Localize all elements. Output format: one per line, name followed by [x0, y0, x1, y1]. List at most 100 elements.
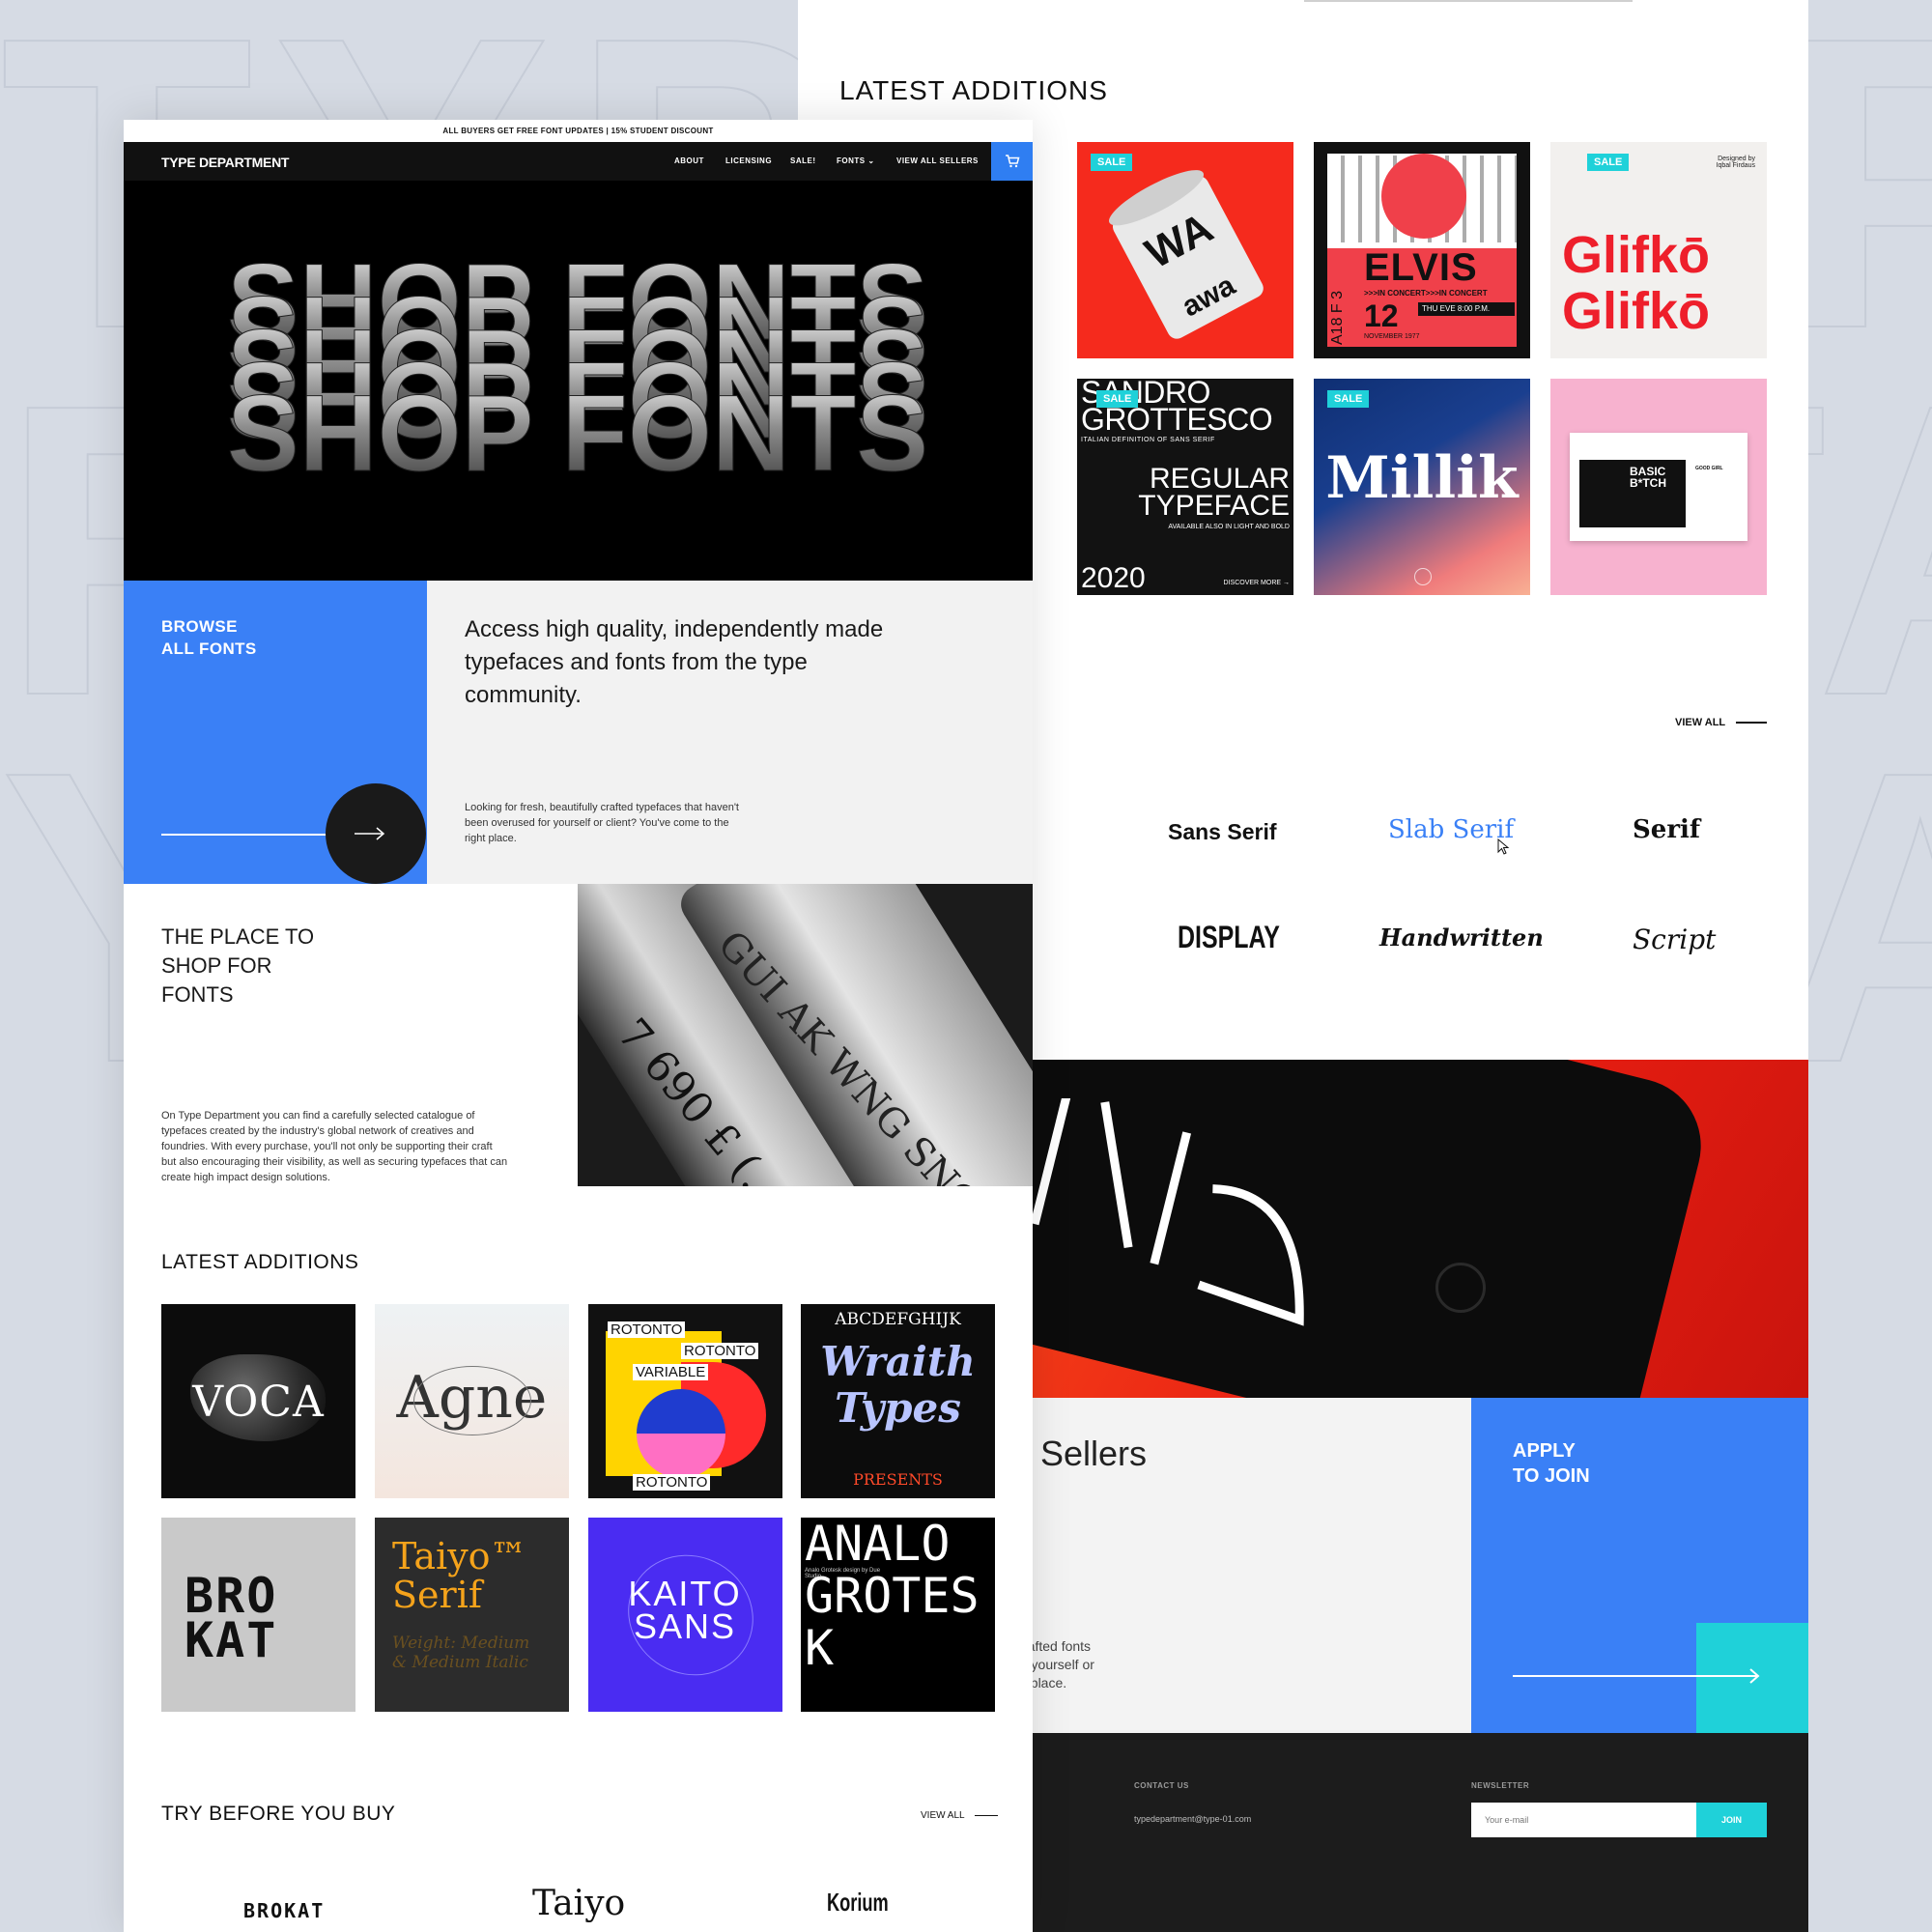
nav-view-all-sellers[interactable]: VIEW ALL SELLERS — [896, 156, 979, 165]
elvis-date: 12 — [1364, 298, 1399, 333]
try-sample-brokat[interactable]: BROKAT — [243, 1899, 325, 1922]
wraith-presents: PRESENTS — [853, 1470, 943, 1489]
place-title-line: THE PLACE TO — [161, 924, 315, 949]
place-title-line: SHOP FOR — [161, 953, 272, 978]
product-tile-taiyo[interactable]: Taiyo™ Serif Weight: Medium & Medium Ita… — [375, 1518, 569, 1712]
elvis-title: ELVIS — [1364, 246, 1478, 289]
main-navigation: TYPE DEPARTMENT ABOUT LICENSING SALE! FO… — [124, 142, 1033, 181]
nav-about[interactable]: ABOUT — [674, 156, 704, 165]
nav-fonts[interactable]: FONTS ⌄ — [837, 156, 875, 165]
latest-additions-title: LATEST ADDITIONS — [839, 75, 1108, 105]
product-tile-analo[interactable]: ANALO GROTESK Analo Grotesk design by Du… — [801, 1518, 995, 1712]
contact-email[interactable]: typedepartment@type-01.com — [1134, 1814, 1251, 1824]
browse-arrow-button[interactable] — [326, 783, 426, 884]
front-page-panel: ALL BUYERS GET FREE FONT UPDATES | 15% S… — [124, 120, 1033, 1932]
sandro-year: 2020 — [1081, 562, 1146, 594]
elvis-side: A18 F 3 — [1329, 290, 1346, 345]
view-all-label: VIEW ALL — [1675, 717, 1725, 728]
screenshot-card: BASIC B*TCH GOOD GIRL — [1570, 433, 1747, 541]
join-button[interactable]: JOIN — [1696, 1803, 1767, 1837]
category-display[interactable]: DISPLAY — [1178, 920, 1280, 955]
agne-ellipse — [413, 1366, 531, 1435]
site-logo[interactable]: TYPE DEPARTMENT — [161, 155, 289, 170]
intro-section: Access high quality, independently made … — [427, 581, 1033, 884]
place-to-shop-section: THE PLACE TO SHOP FOR FONTS On Type Depa… — [124, 884, 578, 1186]
product-tile-millik[interactable]: SALE Millik — [1314, 379, 1530, 595]
latest-additions-title: LATEST ADDITIONS — [161, 1251, 359, 1273]
sellers-title-fragment: Sellers — [1040, 1434, 1148, 1473]
cart-icon — [1005, 155, 1019, 168]
browse-all-fonts-card[interactable]: BROWSE ALL FONTS — [124, 581, 427, 884]
try-sample-taiyo[interactable]: Taiyo — [532, 1884, 625, 1923]
arrow-right-icon — [355, 827, 385, 840]
sale-badge: SALE — [1091, 154, 1133, 171]
apply-line: TO JOIN — [1513, 1465, 1590, 1487]
browse-line: BROWSE — [161, 617, 238, 636]
sandro-big: REGULAR TYPEFACE — [1138, 463, 1290, 522]
elvis-month: NOVEMBER 1977 — [1364, 333, 1420, 340]
elvis-info: THU EVE 8:00 P.M. — [1418, 302, 1515, 316]
taiyo-weight: Weight: Medium & Medium Italic — [392, 1634, 530, 1672]
product-tile-elvis[interactable]: ELVIS >>>IN CONCERT>>>IN CONCERT 12 NOVE… — [1314, 142, 1530, 358]
view-all-line — [975, 1814, 998, 1817]
newsletter-label: NEWSLETTER — [1471, 1781, 1530, 1790]
place-body: On Type Department you can find a carefu… — [161, 1110, 508, 1183]
place-title: THE PLACE TO SHOP FOR FONTS — [161, 923, 314, 1009]
browse-line: ALL FONTS — [161, 639, 257, 658]
basic-sub: GOOD GIRL — [1695, 466, 1723, 471]
product-tile-agne[interactable]: Agne — [375, 1304, 569, 1498]
analo-credit: Analo Grotesk design by Due Studio — [805, 1568, 881, 1579]
product-tile-sandro[interactable]: SANDRO GROTTESCO ITALIAN DEFINITION OF S… — [1077, 379, 1293, 595]
category-script[interactable]: Script — [1633, 923, 1716, 955]
sandro-cta[interactable]: DISCOVER MORE → — [1224, 580, 1290, 586]
nav-licensing[interactable]: LICENSING — [725, 156, 772, 165]
rotonto-label: ROTONTO — [681, 1343, 759, 1359]
sandro-sub: ITALIAN DEFINITION OF SANS SERIF — [1081, 437, 1215, 443]
type-specimen-photo: 7 690 £ (... GUI AK WNG SNG — [578, 884, 1033, 1186]
sellers-body-line: r yourself or — [1023, 1657, 1094, 1672]
basic-title: BASIC B*TCH — [1630, 465, 1666, 490]
category-sans-serif[interactable]: Sans Serif — [1168, 819, 1277, 845]
newsletter-email-input[interactable] — [1471, 1803, 1696, 1837]
rotonto-label: ROTONTO — [608, 1321, 686, 1338]
product-tile-brokat[interactable]: BRO KAT — [161, 1518, 355, 1712]
nav-sale[interactable]: SALE! — [790, 156, 816, 165]
voca-title: VOCA — [192, 1378, 325, 1427]
view-all-label: VIEW ALL — [921, 1810, 965, 1821]
product-tile-basic[interactable]: BASIC B*TCH GOOD GIRL — [1550, 379, 1767, 595]
product-tile-wa[interactable]: WA awa SALE — [1077, 142, 1293, 358]
rotonto-label: ROTONTO — [633, 1474, 711, 1491]
brokat-title: BRO KAT — [185, 1568, 278, 1668]
try-view-all-link[interactable]: VIEW ALL — [921, 1810, 998, 1821]
product-tile-voca[interactable]: VOCA — [161, 1304, 355, 1498]
apply-line: APPLY — [1513, 1440, 1576, 1462]
sellers-body-fragment: rafted fonts r yourself or t place. — [1023, 1637, 1094, 1692]
product-tile-rotonto[interactable]: ROTONTO ROTONTO VARIABLE ROTONTO — [588, 1304, 782, 1498]
product-tile-kaito[interactable]: KAITO SANS — [588, 1518, 782, 1712]
intro-headline: Access high quality, independently made … — [465, 616, 884, 708]
view-all-link[interactable]: VIEW ALL — [1675, 717, 1768, 728]
hero-banner: SHOP FONTS SHOP FONTS SHOP FONTS SHOP FO… — [124, 181, 1033, 581]
view-all-line — [1736, 722, 1768, 724]
announcement-bar: ALL BUYERS GET FREE FONT UPDATES | 15% S… — [124, 120, 1033, 142]
glifko-line-1: Glifkō — [1562, 226, 1711, 284]
category-slab-serif[interactable]: Slab Serif — [1388, 815, 1514, 844]
intro-body: Looking for fresh, beautifully crafted t… — [465, 802, 739, 844]
product-tile-wraith[interactable]: ABCDEFGHIJK Wraith Types PRESENTS — [801, 1304, 995, 1498]
try-sample-korium[interactable]: Korium — [827, 1888, 889, 1918]
cart-button[interactable] — [991, 142, 1033, 181]
wraith-alphabet: ABCDEFGHIJK — [835, 1310, 961, 1329]
category-serif[interactable]: Serif — [1633, 815, 1700, 844]
millik-title: Millik — [1325, 444, 1519, 512]
category-handwritten[interactable]: Handwritten — [1379, 923, 1544, 952]
contact-label: CONTACT US — [1134, 1781, 1189, 1790]
logo-mark — [1414, 568, 1432, 585]
sale-badge: SALE — [1096, 390, 1139, 408]
place-title-line: FONTS — [161, 982, 234, 1007]
apply-to-join-card[interactable]: APPLY TO JOIN — [1471, 1398, 1808, 1733]
apply-title: APPLY TO JOIN — [1513, 1438, 1590, 1489]
arrow-right-icon[interactable] — [1513, 1666, 1764, 1686]
divider — [1304, 0, 1633, 2]
elvis-sub: >>>IN CONCERT>>>IN CONCERT — [1364, 289, 1488, 298]
product-tile-glifko[interactable]: SALE Designed by Iqbal Firdaus Glifkō Gl… — [1550, 142, 1767, 358]
